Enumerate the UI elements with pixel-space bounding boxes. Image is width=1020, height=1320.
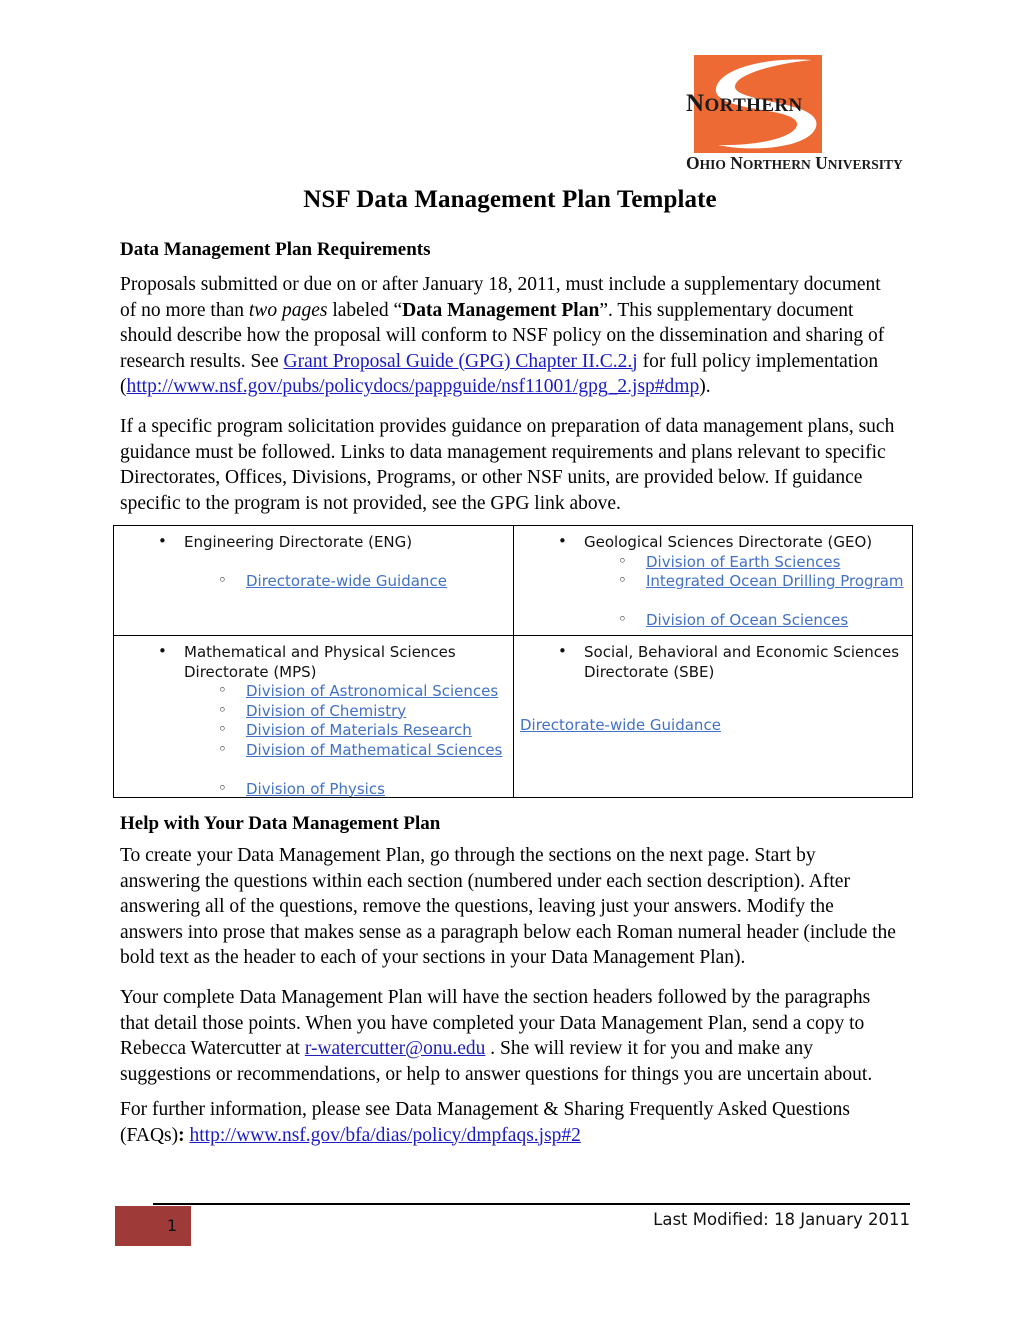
list-item: Division of Astronomical Sciences — [120, 681, 507, 702]
paragraph-submit-copy: Your complete Data Management Plan will … — [120, 985, 900, 1087]
para1-italic-two-pages: two pages — [248, 299, 328, 321]
page-number-badge: 1 — [115, 1206, 191, 1246]
ohio-northern-university-logo: NORTHERN OHIO NORTHERN UNIVERSITY — [686, 55, 903, 173]
para5-colon: : — [178, 1124, 190, 1146]
heading-help-with-your-data-management-plan: Help with Your Data Management Plan — [120, 813, 441, 834]
document-page: NORTHERN OHIO NORTHERN UNIVERSITY NSF Da… — [0, 0, 1020, 1320]
eng-heading: Engineering Directorate (ENG) — [184, 533, 413, 551]
link-division-of-ocean-sciences[interactable]: Division of Ocean Sciences — [646, 611, 848, 629]
link-division-of-chemistry[interactable]: Division of Chemistry — [246, 702, 406, 720]
list-item: Geological Sciences Directorate (GEO) — [520, 532, 906, 553]
para1-bold-data-management-plan: Data Management Plan — [402, 299, 600, 321]
geo-heading: Geological Sciences Directorate (GEO) — [584, 533, 873, 551]
list-item: Division of Physics — [120, 779, 507, 800]
list-item: Division of Ocean Sciences — [520, 610, 906, 631]
link-division-of-astronomical-sciences[interactable]: Division of Astronomical Sciences — [246, 682, 498, 700]
logo-wordmark-northern: NORTHERN — [686, 90, 803, 117]
table-row: Engineering Directorate (ENG) Directorat… — [113, 525, 913, 636]
link-gpg-chapter[interactable]: Grant Proposal Guide (GPG) Chapter II.C.… — [284, 351, 638, 372]
list-item: Division of Earth Sciences — [520, 552, 906, 573]
link-integrated-ocean-drilling-program[interactable]: Integrated Ocean Drilling Program — [646, 572, 904, 590]
link-division-of-physics[interactable]: Division of Physics — [246, 780, 385, 798]
mps-heading-line-2: Directorate (MPS) — [184, 662, 317, 681]
link-gpg-url[interactable]: http://www.nsf.gov/pubs/policydocs/pappg… — [127, 376, 700, 397]
paragraph-requirements: Proposals submitted or due on or after J… — [120, 272, 900, 400]
link-division-of-earth-sciences[interactable]: Division of Earth Sciences — [646, 553, 840, 571]
sbe-heading-line-2: Directorate (SBE) — [584, 662, 715, 681]
logo-wordmark-ohio-northern-university: OHIO NORTHERN UNIVERSITY — [686, 153, 903, 173]
para1-text-2: labeled “ — [327, 299, 403, 321]
list-item: Directorate-wide Guidance — [120, 571, 507, 592]
link-sbe-directorate-wide-guidance[interactable]: Directorate-wide Guidance — [520, 716, 721, 734]
link-division-of-materials-research[interactable]: Division of Materials Research — [246, 721, 472, 739]
list-item: Division of Materials Research — [120, 720, 507, 741]
table-row: Mathematical and Physical Sciences Direc… — [113, 635, 913, 800]
para1-text-5: ). — [699, 376, 711, 397]
link-eng-directorate-wide-guidance[interactable]: Directorate-wide Guidance — [246, 572, 447, 590]
page-title: NSF Data Management Plan Template — [303, 186, 717, 213]
footer-last-modified: Last Modified: 18 January 2011 — [653, 1210, 910, 1229]
list-item: Mathematical and Physical Sciences Direc… — [120, 642, 507, 682]
table-cell-eng: Engineering Directorate (ENG) Directorat… — [113, 525, 514, 636]
mps-heading-line-1: Mathematical and Physical Sciences — [184, 643, 456, 661]
paragraph-further-information: For further information, please see Data… — [120, 1097, 900, 1148]
link-dmp-faqs[interactable]: http://www.nsf.gov/bfa/dias/policy/dmpfa… — [190, 1125, 581, 1146]
heading-data-management-plan-requirements: Data Management Plan Requirements — [120, 239, 431, 260]
table-cell-mps: Mathematical and Physical Sciences Direc… — [113, 635, 514, 800]
list-item: Social, Behavioral and Economic Sciences… — [520, 642, 906, 682]
paragraph-how-to-create: To create your Data Management Plan, go … — [120, 845, 896, 968]
table-cell-geo: Geological Sciences Directorate (GEO) Di… — [513, 525, 913, 636]
list-item: Engineering Directorate (ENG) — [120, 532, 507, 553]
footer-divider — [153, 1203, 910, 1205]
paragraph-solicitation-guidance: If a specific program solicitation provi… — [120, 416, 895, 514]
list-item: Division of Chemistry — [120, 701, 507, 722]
sbe-heading-line-1: Social, Behavioral and Economic Sciences — [584, 643, 900, 661]
link-division-of-mathematical-sciences[interactable]: Division of Mathematical Sciences — [246, 741, 502, 759]
table-cell-sbe: Social, Behavioral and Economic Sciences… — [513, 635, 913, 798]
link-email-rebecca-watercutter[interactable]: r-watercutter@onu.edu — [305, 1038, 486, 1059]
directorate-links-table: Engineering Directorate (ENG) Directorat… — [113, 525, 913, 798]
list-item: Integrated Ocean Drilling Program — [520, 571, 906, 592]
list-item: Division of Mathematical Sciences — [120, 740, 507, 761]
